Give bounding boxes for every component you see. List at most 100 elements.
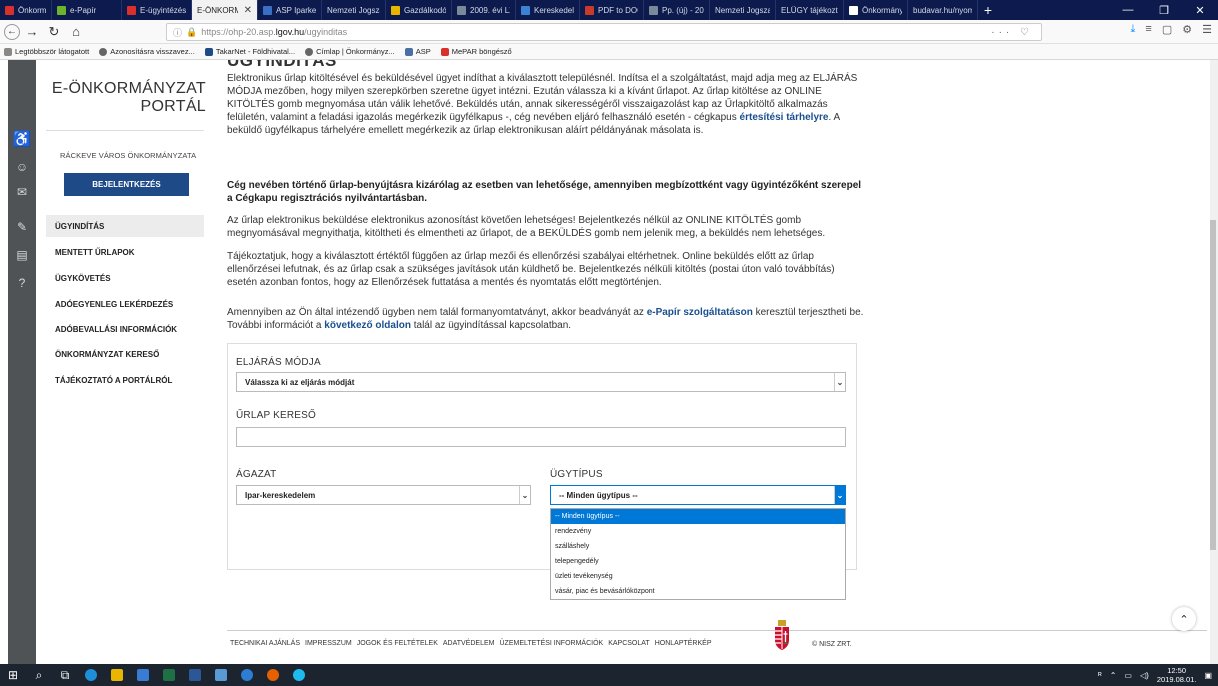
casetype-dropdown-list: -- Minden ügytípus -- rendezvény szállás… <box>550 508 846 600</box>
maximize-button[interactable]: ❐ <box>1146 0 1182 20</box>
info-icon[interactable]: ⓘ <box>173 26 182 39</box>
dropdown-option[interactable]: vásár, piac és bevásárlóközpont <box>551 584 845 599</box>
url-bar[interactable]: ⓘ 🔒 https://ohp-20.asp. lgov.hu/ugyindita… <box>166 23 1042 41</box>
browser-tab[interactable]: Gazdálkodó <box>386 0 452 20</box>
extension-icon[interactable]: ⚙ <box>1182 23 1192 36</box>
mail-icon[interactable]: ✉ <box>8 185 36 199</box>
file-explorer-icon[interactable] <box>104 664 130 686</box>
chevron-up-icon: ⌃ <box>1179 613 1189 626</box>
new-tab-button[interactable]: + <box>978 0 998 20</box>
browser-tab[interactable]: e-Papír <box>52 0 122 20</box>
card-icon[interactable]: ▤ <box>8 248 36 262</box>
word-icon[interactable] <box>182 664 208 686</box>
back-button[interactable]: ← <box>4 23 20 40</box>
form-search-input[interactable] <box>236 427 846 447</box>
browser-tab[interactable]: Nemzeti Jogszab <box>322 0 386 20</box>
dropdown-option[interactable]: -- Minden ügytípus -- <box>551 509 845 524</box>
wrench-icon[interactable]: ✎ <box>8 220 36 234</box>
dropdown-option[interactable]: üzleti tevékenység <box>551 569 845 584</box>
app-icon[interactable] <box>234 664 260 686</box>
user-icon[interactable]: ☺ <box>8 160 36 174</box>
bookmark-item[interactable]: ASP <box>404 47 431 56</box>
home-button[interactable]: ⌂ <box>66 22 86 42</box>
notification-icon[interactable]: ▣ <box>1204 671 1212 680</box>
dropdown-option[interactable]: rendezvény <box>551 524 845 539</box>
start-icon[interactable]: ⊞ <box>0 664 26 686</box>
edge-icon[interactable] <box>78 664 104 686</box>
browser-tab[interactable]: ASP Iparker <box>258 0 322 20</box>
menu-icon[interactable]: ☰ <box>1202 23 1212 36</box>
reload-button[interactable]: ↻ <box>44 22 64 42</box>
task-view-icon[interactable]: ⧉ <box>52 664 78 686</box>
sidebar-item-mentett-urlapok[interactable]: MENTETT ŰRLAPOK <box>46 248 204 257</box>
scrollbar-thumb[interactable] <box>1210 220 1216 550</box>
sidebar-item-ugyinditas[interactable]: ÜGYINDÍTÁS <box>46 215 204 237</box>
minimize-button[interactable]: — <box>1110 0 1146 20</box>
library-icon[interactable]: ≡ <box>1145 23 1151 36</box>
epapir-paragraph: Amennyiben az Ön által intézendő ügyben … <box>227 307 864 331</box>
footer-link[interactable]: JOGOK ÉS FELTÉTELEK <box>357 640 438 647</box>
scroll-to-top-button[interactable]: ⌃ <box>1172 607 1196 631</box>
page-actions-icon[interactable]: ··· ♡ <box>991 27 1033 38</box>
browser-tab[interactable]: Önkormányz <box>844 0 908 20</box>
next-page-link[interactable]: következő oldalon <box>324 320 411 331</box>
browser-tab[interactable]: ELÜGY tájékoztat <box>776 0 844 20</box>
search-icon[interactable]: ⌕ <box>26 664 52 686</box>
excel-icon[interactable] <box>156 664 182 686</box>
sector-select[interactable]: Ipar-kereskedelem ⌄ <box>236 485 531 505</box>
vertical-scrollbar[interactable] <box>1210 60 1218 664</box>
sidebar-item-onkormanyzat-kereso[interactable]: ÖNKORMÁNYZAT KERESŐ <box>46 350 204 359</box>
footer-link[interactable]: IMPRESSZUM <box>305 640 352 647</box>
app-icon[interactable] <box>130 664 156 686</box>
sidebar-item-tajekoztato[interactable]: TÁJÉKOZTATÓ A PORTÁLRÓL <box>46 376 204 385</box>
browser-tab[interactable]: E-ügyintézés <box>122 0 192 20</box>
procedure-select[interactable]: Válassza ki az eljárás módját ⌄ <box>236 372 846 392</box>
browser-tab[interactable]: Kereskedelm <box>516 0 580 20</box>
auth-paragraph: Az űrlap elektronikus beküldése elektron… <box>227 215 826 239</box>
login-button[interactable]: BEJELENTKEZÉS <box>64 173 189 196</box>
close-tab-icon[interactable]: ✕ <box>244 5 252 16</box>
browser-tab[interactable]: PDF to DOC <box>580 0 644 20</box>
browser-tab[interactable]: 2009. évi LXX <box>452 0 516 20</box>
browser-tab[interactable]: budavar.hu/nyom <box>908 0 978 20</box>
internet-explorer-icon[interactable] <box>286 664 312 686</box>
browser-tab[interactable]: Nemzeti Jogszab <box>710 0 776 20</box>
bookmark-item[interactable]: Legtöbbször látogatott <box>4 47 89 56</box>
help-icon[interactable]: ? <box>8 276 36 290</box>
bookmark-item[interactable]: Címlap | Önkormányz... <box>305 47 395 56</box>
app-icon[interactable] <box>208 664 234 686</box>
accessibility-icon[interactable]: ♿ <box>8 130 36 148</box>
footer-link[interactable]: KAPCSOLAT <box>608 640 650 647</box>
volume-icon[interactable]: ◁) <box>1140 671 1149 680</box>
sidebar-icon[interactable]: ▢ <box>1162 23 1172 36</box>
dropdown-option[interactable]: szálláshely <box>551 539 845 554</box>
download-icon[interactable]: ⤓ <box>1131 23 1136 36</box>
footer-link[interactable]: TECHNIKAI AJÁNLÁS <box>230 640 300 647</box>
clock[interactable]: 12:50 2019.08.01. <box>1157 666 1197 684</box>
forward-button[interactable]: → <box>22 22 42 42</box>
browser-tab-active[interactable]: E-ÖNKORMÁ✕ <box>192 0 258 20</box>
bookmark-item[interactable]: TakarNet - Földhivatal... <box>204 47 295 56</box>
bookmark-item[interactable]: Azonosításra visszavez... <box>99 47 195 56</box>
browser-tab[interactable]: Önkormányz <box>0 0 52 20</box>
close-window-button[interactable]: ✕ <box>1182 0 1218 20</box>
browser-tab[interactable]: Pp. (új) - 2016 <box>644 0 710 20</box>
bookmark-item[interactable]: MePAR böngésző <box>440 47 512 56</box>
network-icon[interactable]: ▭ <box>1124 671 1132 680</box>
user-tray-icon[interactable]: ᴿ <box>1098 671 1102 680</box>
favicon-icon <box>5 5 14 15</box>
chevron-up-icon[interactable]: ⌃ <box>1110 671 1117 680</box>
footer-link[interactable]: HONLAPTÉRKÉP <box>655 640 712 647</box>
footer-link[interactable]: ADATVÉDELEM <box>443 640 495 647</box>
footer-link[interactable]: ÜZEMELTETÉSI INFORMÁCIÓK <box>499 640 603 647</box>
bookmarks-bar: Legtöbbször látogatott Azonosításra viss… <box>0 44 1218 60</box>
sidebar-item-ugykovetes[interactable]: ÜGYKÖVETÉS <box>46 274 204 283</box>
firefox-icon[interactable] <box>260 664 286 686</box>
notification-storage-link[interactable]: értesítési tárhelyre <box>740 112 829 123</box>
dropdown-option[interactable]: telepengedély <box>551 554 845 569</box>
casetype-select[interactable]: -- Minden ügytípus -- ⌄ <box>550 485 846 505</box>
sidebar-item-adobevallasi[interactable]: ADÓBEVALLÁSI INFORMÁCIÓK <box>46 325 204 334</box>
sidebar-item-adoegyenleg[interactable]: ADÓEGYENLEG LEKÉRDEZÉS <box>46 300 204 309</box>
browser-nav-bar: ← → ↻ ⌂ ⓘ 🔒 https://ohp-20.asp. lgov.hu/u… <box>0 20 1218 44</box>
epapir-link[interactable]: e-Papír szolgáltatáson <box>647 307 753 318</box>
